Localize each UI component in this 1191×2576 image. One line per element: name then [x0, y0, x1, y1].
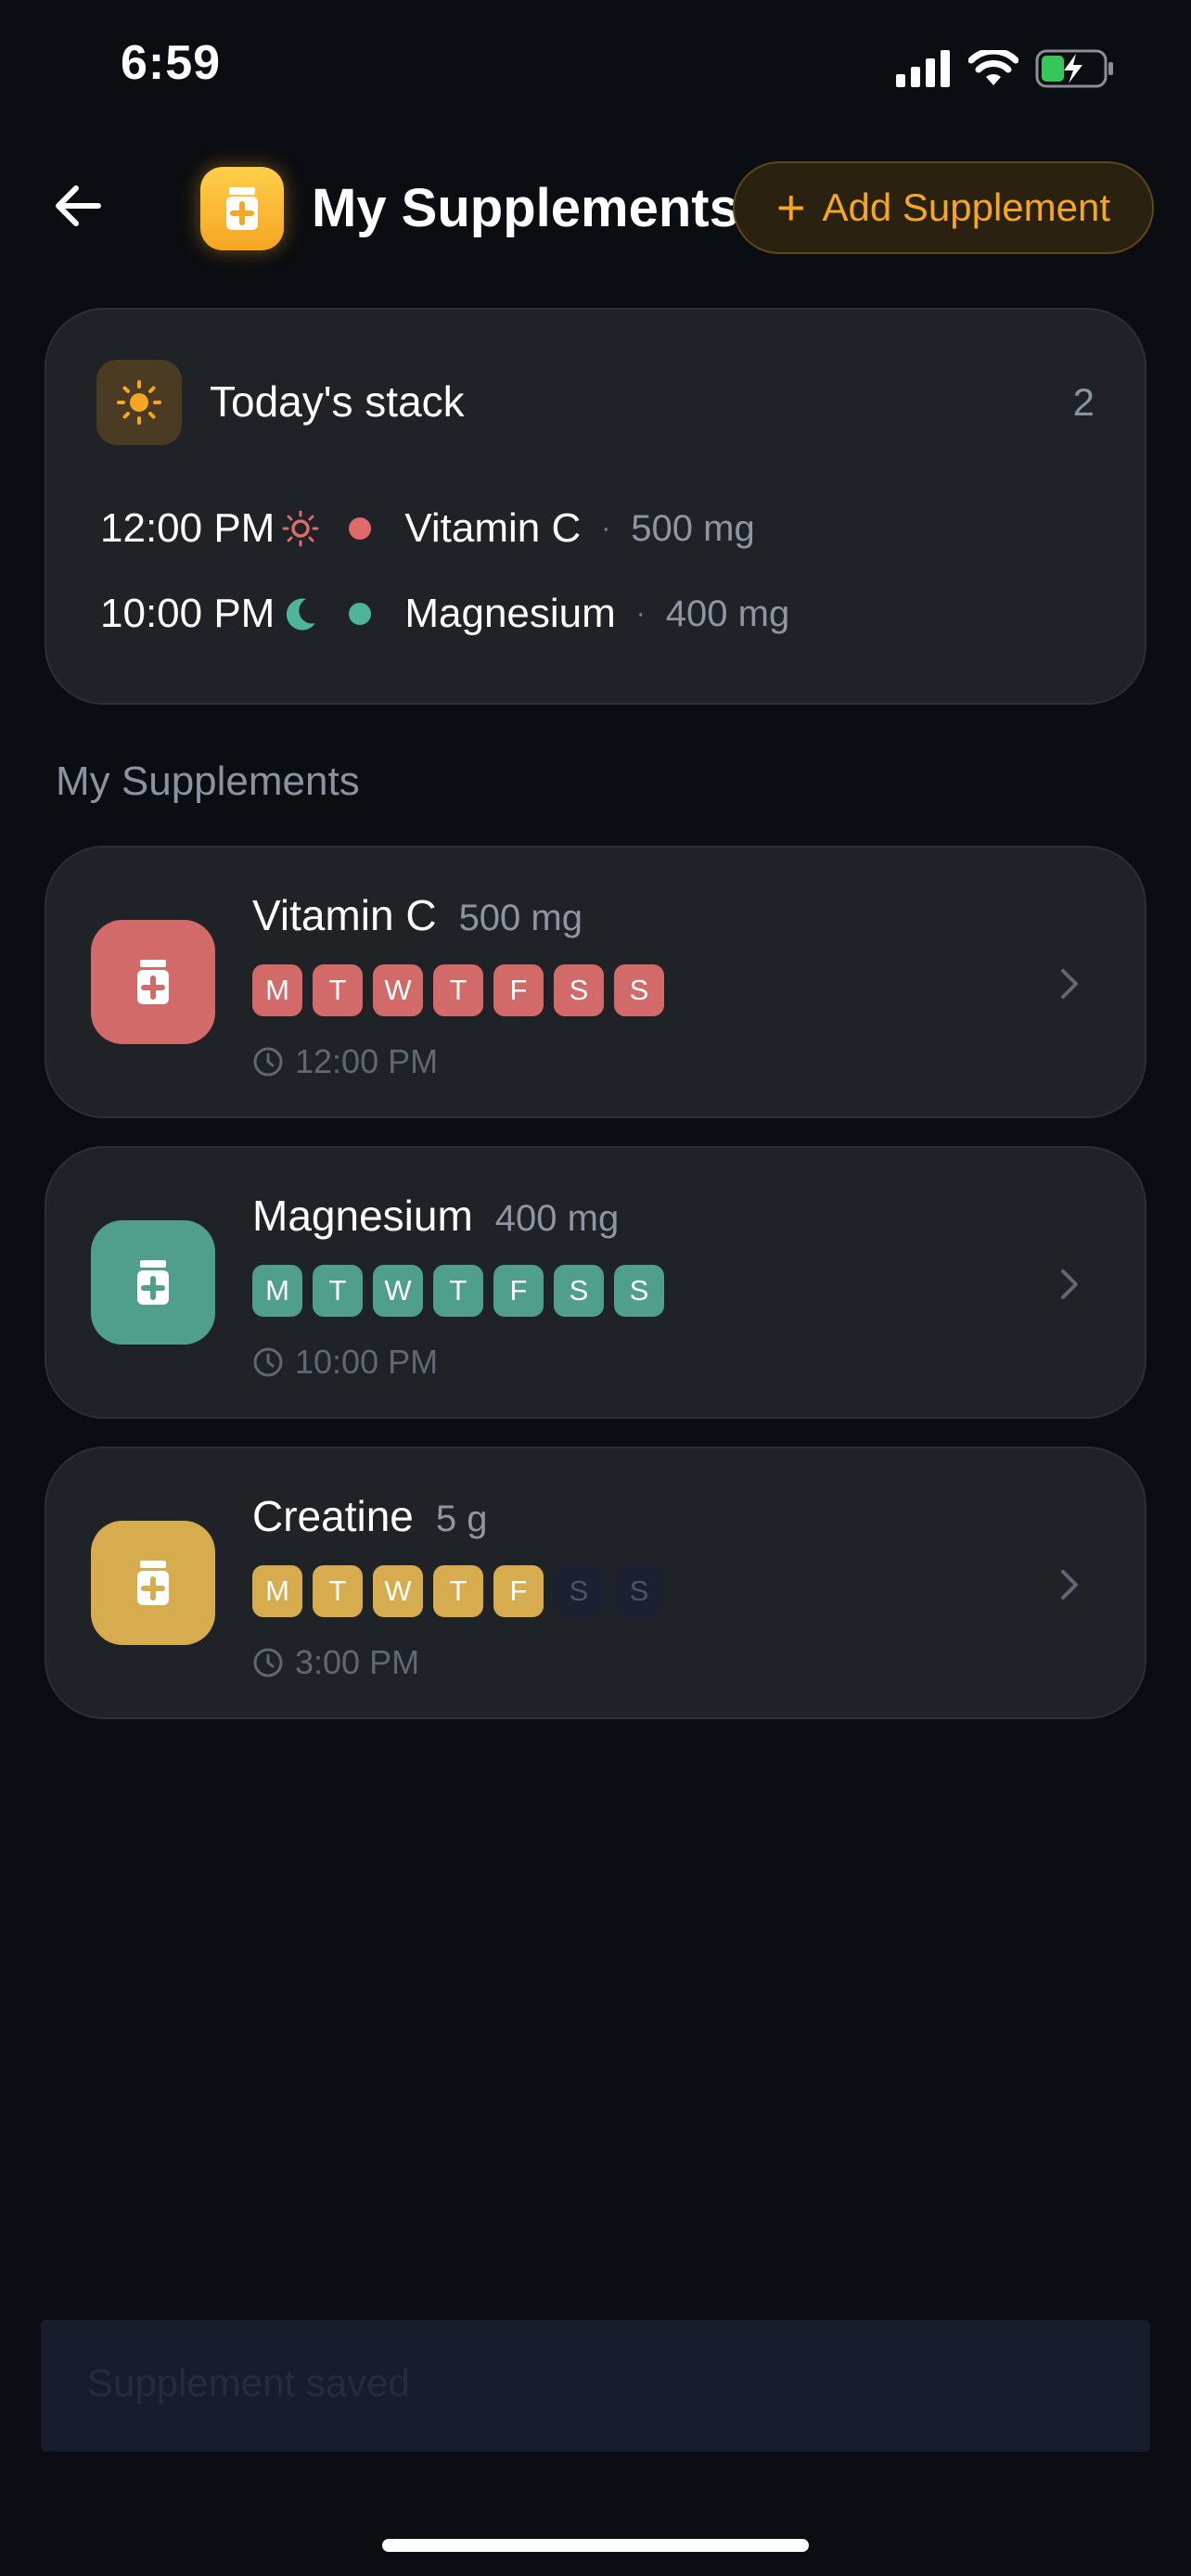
stack-item-time: 10:00 PM: [100, 591, 275, 636]
section-label: My Supplements: [56, 759, 360, 804]
day-chip: M: [252, 964, 302, 1016]
wifi-icon: [968, 50, 1018, 85]
status-icons: [896, 45, 1115, 93]
day-chip: M: [252, 1265, 302, 1317]
sun-icon: [96, 360, 182, 445]
add-supplement-label: Add Supplement: [822, 185, 1111, 229]
toast-message: Supplement saved: [87, 2361, 410, 2404]
chevron-right-icon: [1046, 951, 1093, 1016]
day-chip: T: [433, 1265, 483, 1317]
toast: Supplement saved: [41, 2320, 1150, 2452]
supplement-bottle-icon: [91, 1521, 215, 1645]
supplement-bottle-icon: [91, 1220, 215, 1345]
day-chip: T: [433, 964, 483, 1016]
supplement-name-row: Creatine 5 g: [252, 1491, 487, 1541]
supplement-dose: 5 g: [435, 1498, 488, 1539]
supplement-time-row: 10:00 PM: [252, 1343, 438, 1382]
supplement-name-row: Magnesium 400 mg: [252, 1191, 619, 1241]
arrow-left-icon: [56, 185, 101, 226]
day-chip: T: [313, 1565, 363, 1617]
day-chip: F: [493, 964, 544, 1016]
supplement-card[interactable]: Vitamin C 500 mg M T W T F S S 12:00 PM: [45, 846, 1146, 1118]
clock-icon: [253, 1347, 283, 1377]
home-indicator[interactable]: [382, 2539, 809, 2552]
back-button[interactable]: [48, 176, 108, 236]
day-schedule: M T W T F S S: [252, 1265, 664, 1317]
day-chip: M: [252, 1565, 302, 1617]
sun-icon: [280, 508, 321, 549]
stack-item: 10:00 PM Magnesium · 400 mg: [100, 586, 789, 642]
chevron-right-icon: [1046, 1252, 1093, 1317]
clock-icon: [253, 1648, 283, 1677]
page-title: My Supplements: [312, 178, 739, 238]
day-chip: W: [373, 1265, 423, 1317]
day-chip: T: [313, 1265, 363, 1317]
battery-charging-icon: [1035, 49, 1113, 88]
supplement-time-row: 12:00 PM: [252, 1042, 438, 1081]
supplement-card[interactable]: Magnesium 400 mg M T W T F S S 10:00 PM: [45, 1146, 1146, 1419]
supplement-dose: 500 mg: [458, 898, 583, 938]
supplement-time: 12:00 PM: [295, 1042, 439, 1080]
supplement-name-row: Vitamin C 500 mg: [252, 890, 583, 940]
status-time: 6:59: [121, 36, 222, 90]
supplement-bottle-icon: [91, 920, 215, 1044]
stack-item-name: Magnesium: [404, 591, 616, 636]
supplement-card[interactable]: Creatine 5 g M T W T F S S 3:00 PM: [45, 1447, 1146, 1719]
day-chip: S: [614, 1565, 664, 1617]
signal-icon: [896, 50, 950, 87]
stack-item: 12:00 PM Vitamin C · 500 mg: [100, 501, 755, 556]
day-chip: S: [554, 1565, 604, 1617]
todays-stack-card: Today's stack 2 12:00 PM Vitamin C · 500…: [45, 308, 1146, 705]
stack-item-time: 12:00 PM: [100, 505, 275, 551]
supplement-time: 10:00 PM: [295, 1343, 439, 1381]
day-schedule: M T W T F S S: [252, 964, 664, 1016]
add-supplement-button[interactable]: + Add Supplement: [733, 161, 1154, 254]
day-chip: S: [614, 964, 664, 1016]
supplement-dose: 400 mg: [494, 1198, 620, 1239]
todays-stack-title: Today's stack: [210, 377, 465, 426]
plus-icon: +: [775, 180, 806, 236]
chevron-right-icon: [1046, 1552, 1093, 1617]
day-chip: F: [493, 1565, 544, 1617]
day-chip: T: [433, 1565, 483, 1617]
supplement-name: Vitamin C: [252, 891, 437, 939]
stack-item-dose: 400 mg: [665, 593, 790, 634]
todays-stack-count: 2: [1072, 380, 1095, 424]
stack-item-color-dot: [349, 517, 372, 540]
stack-item-separator: ·: [635, 598, 646, 629]
moon-icon: [280, 593, 321, 634]
day-schedule: M T W T F S S: [252, 1565, 664, 1617]
supplement-bottle-icon: [200, 167, 284, 250]
day-chip: S: [554, 964, 604, 1016]
day-chip: F: [493, 1265, 544, 1317]
day-chip: T: [313, 964, 363, 1016]
supplement-time: 3:00 PM: [295, 1643, 420, 1681]
supplement-name: Magnesium: [252, 1192, 473, 1240]
stack-item-dose: 500 mg: [631, 507, 755, 549]
day-chip: S: [614, 1265, 664, 1317]
day-chip: S: [554, 1265, 604, 1317]
stack-item-name: Vitamin C: [404, 505, 582, 551]
supplement-name: Creatine: [252, 1492, 414, 1540]
day-chip: W: [373, 1565, 423, 1617]
day-chip: W: [373, 964, 423, 1016]
clock-icon: [253, 1047, 283, 1077]
stack-item-separator: ·: [601, 513, 611, 543]
supplement-time-row: 3:00 PM: [252, 1643, 419, 1682]
stack-item-color-dot: [349, 603, 372, 625]
